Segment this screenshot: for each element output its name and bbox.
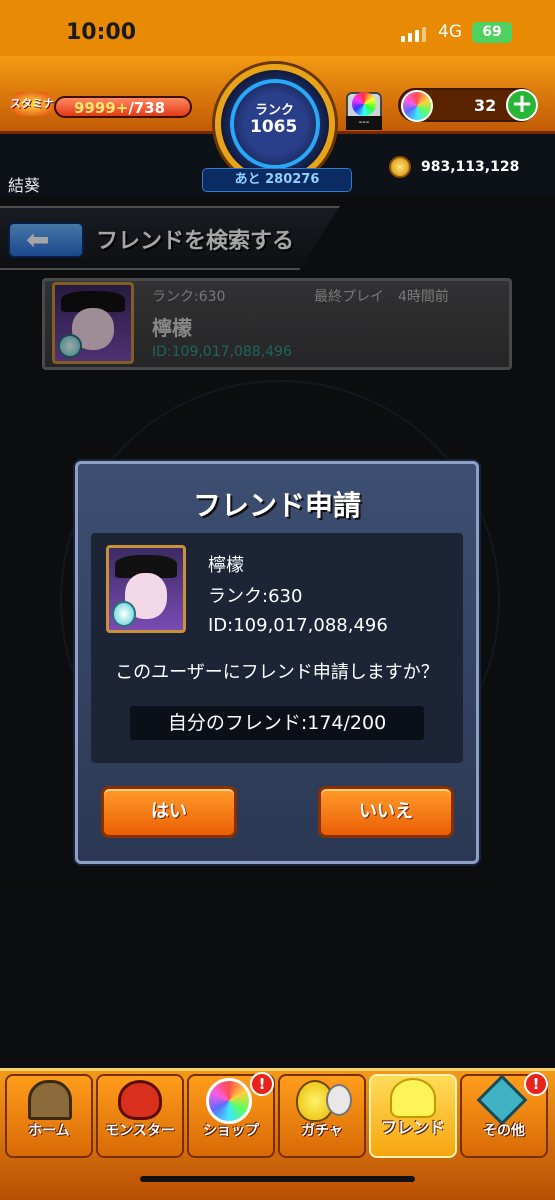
stamina-text: 9999+/738: [74, 99, 165, 117]
stamina-current: 9999+: [74, 99, 129, 117]
dialog-user-name: 檸檬: [208, 555, 244, 576]
rank-label: ランク: [255, 103, 295, 118]
yes-button[interactable]: はい: [101, 786, 237, 838]
friend-count: 自分のフレンド:174/200: [130, 706, 424, 740]
gem-machine-label: ---: [346, 116, 382, 130]
battery-icon: 69: [472, 22, 512, 43]
dialog-user-rank: ランク:630: [208, 586, 303, 607]
rank-next-exp: あと 280276: [202, 168, 352, 192]
signal-icon: [401, 26, 427, 42]
username: 結葵: [8, 176, 41, 195]
nav-label-friend: フレンド: [380, 1118, 445, 1137]
egg-icon-secondary: [326, 1084, 352, 1116]
no-button[interactable]: いいえ: [318, 786, 454, 838]
avatar-element-icon: [111, 600, 136, 627]
status-time: 10:00: [66, 20, 137, 45]
coin-icon: [389, 156, 411, 178]
dragon-icon: [118, 1080, 162, 1120]
nav-label-misc: その他: [483, 1123, 525, 1139]
shop-notification-badge: !: [250, 1072, 274, 1096]
nav-label-gacha: ガチャ: [301, 1123, 343, 1139]
orb-count: 32: [474, 96, 497, 115]
friends-icon: [390, 1078, 436, 1118]
dialog-user-id: ID:109,017,088,496: [208, 615, 388, 636]
orb-icon: [206, 1078, 252, 1124]
dialog-question: このユーザーにフレンド申請しますか？: [115, 662, 439, 683]
dialog-avatar: [106, 545, 186, 633]
misc-notification-badge: !: [524, 1072, 548, 1096]
add-orb-button[interactable]: +: [506, 89, 538, 121]
gem-machine-orb-icon: [352, 92, 376, 116]
nav-label-home: ホーム: [28, 1123, 70, 1139]
network-label: 4G: [438, 22, 462, 42]
nav-label-shop: ショップ: [203, 1123, 259, 1139]
orb-icon: [401, 90, 433, 122]
dialog-title: フレンド申請: [192, 489, 361, 522]
coin-count: 983,113,128: [421, 159, 520, 175]
rank-value: 1065: [250, 117, 298, 137]
stamina-max: /738: [128, 99, 166, 117]
home-gate-icon: [28, 1080, 72, 1120]
stamina-icon: スタミナ: [10, 92, 54, 116]
home-indicator[interactable]: [140, 1176, 415, 1182]
nav-label-monster: モンスター: [105, 1123, 175, 1139]
